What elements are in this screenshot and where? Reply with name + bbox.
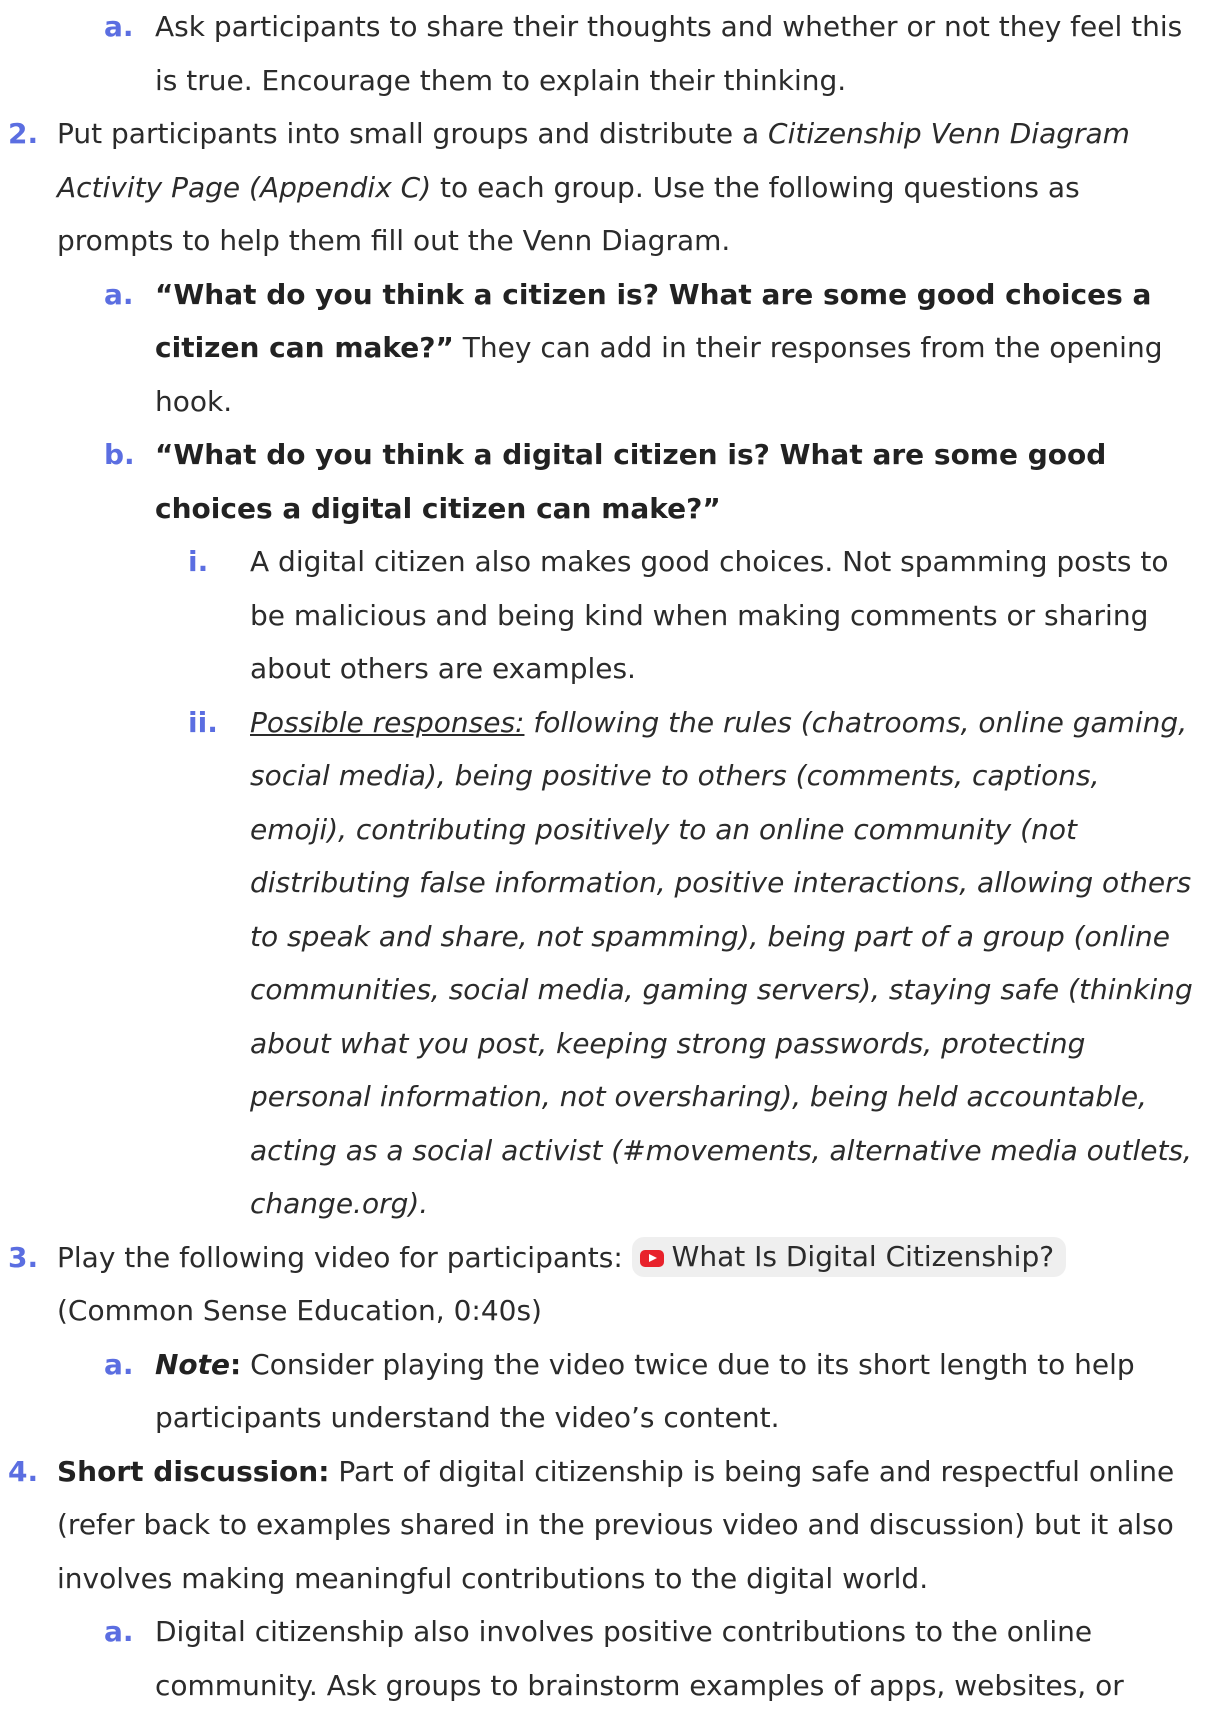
step-text: Ask participants to share their thoughts… bbox=[155, 10, 1183, 97]
note-label: Note bbox=[155, 1347, 231, 1381]
video-link[interactable]: What Is Digital Citizenship? bbox=[631, 1236, 1067, 1277]
step-2-sub-b: b. “What do you think a digital citizen … bbox=[0, 428, 1200, 535]
possible-responses-text: following the rules (chatrooms, online g… bbox=[250, 705, 1193, 1221]
step-3-sub-a: a. Note: Consider playing the video twic… bbox=[0, 1338, 1200, 1445]
note-colon: : bbox=[230, 1347, 242, 1381]
list-marker: 3. bbox=[8, 1240, 39, 1274]
step-text: Put participants into small groups and d… bbox=[57, 117, 769, 150]
list-marker: 2. bbox=[8, 117, 39, 150]
list-marker: b. bbox=[104, 438, 135, 471]
step-text: (Common Sense Education, 0:40s) bbox=[57, 1294, 542, 1327]
step-text: Consider playing the video twice due to … bbox=[155, 1347, 1135, 1435]
step-1-sub-a: a. Ask participants to share their thoug… bbox=[0, 0, 1200, 107]
list-marker: a. bbox=[104, 1347, 134, 1381]
video-link-label: What Is Digital Citizenship? bbox=[671, 1239, 1055, 1273]
step-4: 4. Short discussion: Part of digital cit… bbox=[0, 1445, 1200, 1606]
step-text: Play the following video for participant… bbox=[57, 1240, 632, 1274]
lesson-steps-list: a. Ask participants to share their thoug… bbox=[0, 0, 1220, 1712]
discussion-label: Short discussion: bbox=[57, 1454, 330, 1488]
step-3: 3. Play the following video for particip… bbox=[0, 1231, 1200, 1338]
list-marker: a. bbox=[104, 277, 134, 311]
step-text: Digital citizenship also involves positi… bbox=[155, 1615, 1124, 1702]
list-marker: a. bbox=[104, 10, 134, 43]
step-2: 2. Put participants into small groups an… bbox=[0, 107, 1200, 268]
step-text: A digital citizen also makes good choice… bbox=[250, 545, 1169, 685]
step-4-sub-a: a. Digital citizenship also involves pos… bbox=[0, 1605, 1200, 1712]
prompt-question: “What do you think a digital citizen is?… bbox=[155, 438, 1107, 525]
step-2-sub-a: a. “What do you think a citizen is? What… bbox=[0, 268, 1200, 429]
step-2-sub-b-ii: ii. Possible responses: following the ru… bbox=[0, 696, 1204, 1231]
step-2-sub-b-i: i. A digital citizen also makes good cho… bbox=[0, 535, 1204, 696]
youtube-play-icon bbox=[639, 1249, 664, 1267]
possible-responses-label: Possible responses: bbox=[250, 705, 525, 739]
list-marker: i. bbox=[188, 545, 209, 578]
list-marker: ii. bbox=[188, 705, 218, 739]
list-marker: 4. bbox=[8, 1454, 39, 1488]
list-marker: a. bbox=[104, 1615, 134, 1648]
